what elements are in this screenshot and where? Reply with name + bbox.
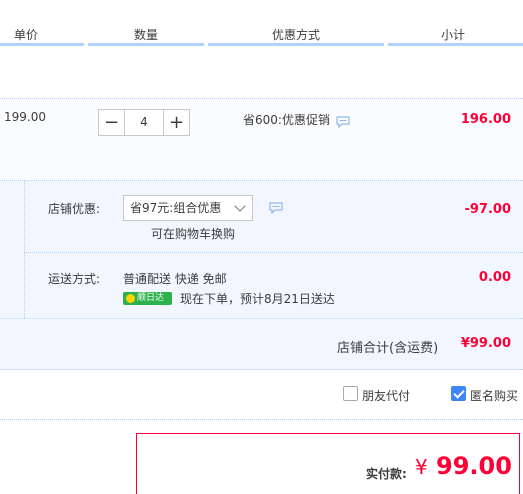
item-subtotal: 196.00	[460, 112, 511, 127]
shop-discount-select-value: 省97元:组合优惠	[130, 201, 222, 215]
pay-amount: 99.00	[436, 452, 512, 480]
shop-total-label: 店铺合计(含运费)	[337, 341, 439, 356]
shop-discount-note: 可在购物车换购	[151, 227, 236, 241]
header-underline	[388, 43, 523, 46]
quantity-plus-button[interactable]: +	[163, 109, 190, 136]
divider	[0, 419, 523, 420]
shipping-amount: 0.00	[478, 270, 511, 285]
shop-discount-amount: -97.00	[464, 202, 511, 217]
divider	[24, 252, 523, 253]
friend-pay-checkbox[interactable]	[343, 386, 358, 401]
delivery-estimate: 现在下单，预计8月21日送达	[180, 292, 335, 306]
header-underline	[88, 43, 204, 46]
comment-icon[interactable]	[269, 202, 283, 214]
header-underline	[208, 43, 384, 46]
anonymous-checkbox[interactable]	[451, 386, 466, 401]
friend-pay-label[interactable]: 朋友代付	[362, 387, 410, 404]
header-quantity: 数量	[134, 28, 159, 42]
header-unit-price: 单价	[14, 28, 39, 42]
express-badge: 顺日达	[123, 292, 172, 305]
shop-discount-select[interactable]: 省97元:组合优惠	[123, 195, 253, 221]
item-promo-text: 省600:优惠促销	[243, 113, 330, 127]
pay-currency: ¥	[415, 455, 428, 479]
header-discount-method: 优惠方式	[272, 28, 321, 42]
header-subtotal: 小计	[441, 28, 466, 42]
quantity-input[interactable]: 4	[125, 109, 163, 136]
quantity-stepper: − 4 +	[98, 109, 190, 136]
item-unit-price: 199.00	[4, 110, 46, 124]
quantity-minus-button[interactable]: −	[98, 109, 125, 136]
lightning-icon	[126, 294, 135, 303]
chevron-down-icon	[234, 200, 246, 212]
comment-icon[interactable]	[336, 116, 350, 128]
shop-total-amount: ¥99.00	[460, 336, 511, 351]
express-badge-text: 顺日达	[137, 293, 165, 303]
shop-discount-label: 店铺优惠:	[48, 202, 101, 216]
shipping-method: 普通配送 快递 免邮	[123, 272, 227, 286]
shipping-label: 运送方式:	[48, 272, 101, 286]
shop-total-row	[0, 318, 523, 370]
pay-label: 实付款:	[366, 467, 407, 481]
anonymous-label[interactable]: 匿名购买	[470, 387, 518, 404]
header-underline	[0, 43, 84, 46]
